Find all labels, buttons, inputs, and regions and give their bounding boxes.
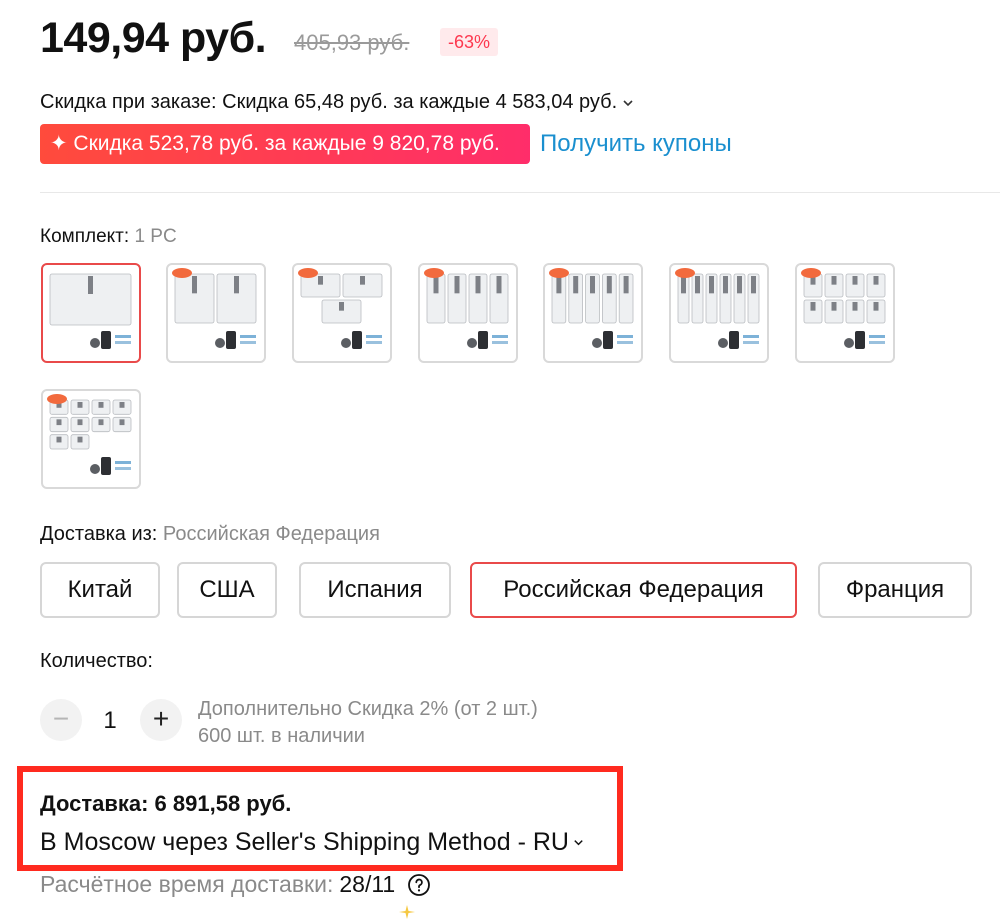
shipping-method-text: В Moscow через Seller's Shipping Method … [40,828,569,856]
delivery-cost: Доставка: 6 891,58 руб. [40,791,292,816]
sparkle-icon [399,905,415,919]
shipping-from-label-text: Доставка из: [40,523,158,545]
order-discount-text: Скидка при заказе: Скидка 65,48 руб. за … [40,91,618,113]
order-discount-dropdown[interactable]: Скидка при заказе: Скидка 65,48 руб. за … [40,91,635,114]
ship-from-option-usa[interactable]: США [177,562,277,618]
quantity-note: Дополнительно Скидка 2% (от 2 шт.) 600 ш… [198,696,538,750]
quantity-label: Количество: [40,650,153,672]
set-option-thumbnail[interactable] [669,263,769,363]
product-image [49,273,132,349]
set-label-text: Комплект: [40,226,130,247]
ship-from-option-china[interactable]: Китай [40,562,160,618]
product-image [675,268,760,349]
set-label: Комплект: 1 PC [40,226,177,248]
coupon-badge: ✦ Скидка 523,78 руб. за каждые 9 820,78 … [40,124,530,164]
product-image [47,394,132,475]
set-selected-value: 1 PC [134,226,177,247]
bulk-discount-note: Дополнительно Скидка 2% (от 2 шт.) [198,698,538,720]
ship-from-option-russia[interactable]: Российская Федерация [470,562,797,618]
product-image [549,268,634,349]
ship-from-option-spain[interactable]: Испания [299,562,451,618]
eta-label: Расчётное время доставки: [40,871,334,897]
product-image [172,268,257,349]
product-image [801,268,886,349]
set-option-thumbnail[interactable] [41,263,141,363]
shipping-from-label: Доставка из: Российская Федерация [40,523,380,546]
help-circle-icon[interactable] [407,873,431,897]
set-option-thumbnail[interactable] [418,263,518,363]
old-price: 405,93 руб. [294,30,410,55]
ship-from-option-france[interactable]: Франция [818,562,972,618]
set-option-thumbnail[interactable] [543,263,643,363]
quantity-increase-button[interactable]: + [140,699,182,741]
chevron-down-icon [623,99,633,106]
get-coupons-link[interactable]: Получить купоны [540,128,732,160]
current-price: 149,94 руб. [40,14,267,62]
delivery-eta: Расчётное время доставки: 28/11 [40,871,431,898]
set-option-thumbnail[interactable] [166,263,266,363]
divider [40,192,1000,193]
set-option-thumbnail[interactable] [795,263,895,363]
set-option-thumbnail[interactable] [292,263,392,363]
chevron-down-icon [574,840,583,846]
plus-icon: + [152,703,170,734]
shipping-from-selected-value: Российская Федерация [162,523,380,545]
quantity-value[interactable]: 1 [103,707,117,735]
quantity-decrease-button[interactable]: − [40,699,82,741]
discount-badge: -63% [440,28,499,56]
eta-date: 28/11 [339,871,396,897]
product-image [298,268,383,349]
minus-icon: − [52,703,70,734]
stock-note: 600 шт. в наличии [198,725,365,747]
set-option-thumbnail[interactable] [41,389,141,489]
product-image [424,268,509,349]
shipping-method-dropdown[interactable]: В Moscow через Seller's Shipping Method … [40,828,585,857]
